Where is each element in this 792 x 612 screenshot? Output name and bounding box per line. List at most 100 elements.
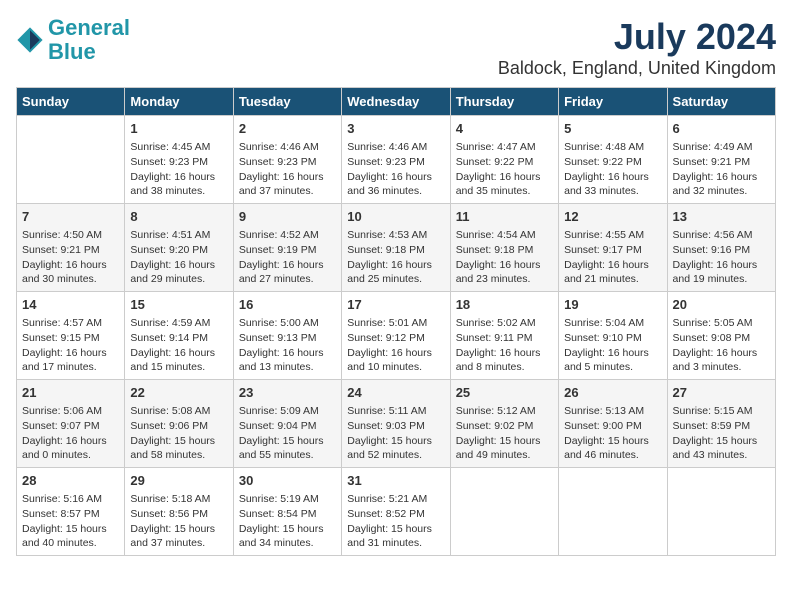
day-info: Sunrise: 4:56 AM Sunset: 9:16 PM Dayligh… [673,228,770,287]
month-year-title: July 2024 [498,16,776,58]
day-number: 18 [456,296,553,314]
day-info: Sunrise: 5:09 AM Sunset: 9:04 PM Dayligh… [239,404,336,463]
day-number: 24 [347,384,444,402]
calendar-cell: 28 Sunrise: 5:16 AM Sunset: 8:57 PM Dayli… [17,468,125,556]
calendar-week-row: 7 Sunrise: 4:50 AM Sunset: 9:21 PM Daylig… [17,204,776,292]
day-info: Sunrise: 4:45 AM Sunset: 9:23 PM Dayligh… [130,140,227,199]
calendar-cell: 14 Sunrise: 4:57 AM Sunset: 9:15 PM Dayli… [17,292,125,380]
calendar-week-row: 14 Sunrise: 4:57 AM Sunset: 9:15 PM Dayli… [17,292,776,380]
header-cell-thursday: Thursday [450,88,558,116]
header-cell-monday: Monday [125,88,233,116]
day-info: Sunrise: 5:06 AM Sunset: 9:07 PM Dayligh… [22,404,119,463]
day-info: Sunrise: 4:54 AM Sunset: 9:18 PM Dayligh… [456,228,553,287]
day-number: 28 [22,472,119,490]
day-number: 10 [347,208,444,226]
day-info: Sunrise: 4:53 AM Sunset: 9:18 PM Dayligh… [347,228,444,287]
calendar-header-row: SundayMondayTuesdayWednesdayThursdayFrid… [17,88,776,116]
day-number: 14 [22,296,119,314]
day-info: Sunrise: 4:47 AM Sunset: 9:22 PM Dayligh… [456,140,553,199]
day-info: Sunrise: 4:48 AM Sunset: 9:22 PM Dayligh… [564,140,661,199]
day-info: Sunrise: 5:18 AM Sunset: 8:56 PM Dayligh… [130,492,227,551]
logo-icon [16,26,44,54]
day-number: 13 [673,208,770,226]
day-number: 22 [130,384,227,402]
day-info: Sunrise: 5:16 AM Sunset: 8:57 PM Dayligh… [22,492,119,551]
day-number: 9 [239,208,336,226]
title-block: July 2024 Baldock, England, United Kingd… [498,16,776,79]
day-number: 5 [564,120,661,138]
calendar-cell: 2 Sunrise: 4:46 AM Sunset: 9:23 PM Daylig… [233,116,341,204]
day-info: Sunrise: 4:49 AM Sunset: 9:21 PM Dayligh… [673,140,770,199]
calendar-cell: 9 Sunrise: 4:52 AM Sunset: 9:19 PM Daylig… [233,204,341,292]
header-cell-wednesday: Wednesday [342,88,450,116]
day-number: 4 [456,120,553,138]
day-number: 2 [239,120,336,138]
day-number: 29 [130,472,227,490]
day-info: Sunrise: 5:13 AM Sunset: 9:00 PM Dayligh… [564,404,661,463]
calendar-cell: 5 Sunrise: 4:48 AM Sunset: 9:22 PM Daylig… [559,116,667,204]
day-info: Sunrise: 5:00 AM Sunset: 9:13 PM Dayligh… [239,316,336,375]
day-info: Sunrise: 4:57 AM Sunset: 9:15 PM Dayligh… [22,316,119,375]
day-info: Sunrise: 4:52 AM Sunset: 9:19 PM Dayligh… [239,228,336,287]
calendar-week-row: 21 Sunrise: 5:06 AM Sunset: 9:07 PM Dayli… [17,380,776,468]
calendar-cell [450,468,558,556]
calendar-cell: 11 Sunrise: 4:54 AM Sunset: 9:18 PM Dayli… [450,204,558,292]
logo: General Blue [16,16,130,64]
calendar-cell: 1Sunrise: 4:45 AM Sunset: 9:23 PM Daylig… [125,116,233,204]
day-info: Sunrise: 5:15 AM Sunset: 8:59 PM Dayligh… [673,404,770,463]
day-info: Sunrise: 5:02 AM Sunset: 9:11 PM Dayligh… [456,316,553,375]
day-info: Sunrise: 5:11 AM Sunset: 9:03 PM Dayligh… [347,404,444,463]
calendar-cell: 17 Sunrise: 5:01 AM Sunset: 9:12 PM Dayli… [342,292,450,380]
day-info: Sunrise: 4:50 AM Sunset: 9:21 PM Dayligh… [22,228,119,287]
calendar-cell: 15 Sunrise: 4:59 AM Sunset: 9:14 PM Dayli… [125,292,233,380]
calendar-cell [17,116,125,204]
calendar-cell [667,468,775,556]
day-number: 8 [130,208,227,226]
calendar-cell: 10 Sunrise: 4:53 AM Sunset: 9:18 PM Dayli… [342,204,450,292]
calendar-cell: 27 Sunrise: 5:15 AM Sunset: 8:59 PM Dayli… [667,380,775,468]
calendar-week-row: 1Sunrise: 4:45 AM Sunset: 9:23 PM Daylig… [17,116,776,204]
day-info: Sunrise: 4:59 AM Sunset: 9:14 PM Dayligh… [130,316,227,375]
day-number: 11 [456,208,553,226]
day-info: Sunrise: 5:08 AM Sunset: 9:06 PM Dayligh… [130,404,227,463]
day-info: Sunrise: 5:19 AM Sunset: 8:54 PM Dayligh… [239,492,336,551]
day-info: Sunrise: 4:51 AM Sunset: 9:20 PM Dayligh… [130,228,227,287]
day-number: 15 [130,296,227,314]
day-number: 21 [22,384,119,402]
day-number: 27 [673,384,770,402]
day-number: 26 [564,384,661,402]
calendar-cell: 31Sunrise: 5:21 AM Sunset: 8:52 PM Dayli… [342,468,450,556]
calendar-cell: 16 Sunrise: 5:00 AM Sunset: 9:13 PM Dayli… [233,292,341,380]
day-info: Sunrise: 5:04 AM Sunset: 9:10 PM Dayligh… [564,316,661,375]
calendar-cell [559,468,667,556]
day-number: 23 [239,384,336,402]
day-number: 25 [456,384,553,402]
calendar-cell: 13 Sunrise: 4:56 AM Sunset: 9:16 PM Dayli… [667,204,775,292]
calendar-table: SundayMondayTuesdayWednesdayThursdayFrid… [16,87,776,556]
day-number: 12 [564,208,661,226]
calendar-body: 1Sunrise: 4:45 AM Sunset: 9:23 PM Daylig… [17,116,776,556]
calendar-cell: 18 Sunrise: 5:02 AM Sunset: 9:11 PM Dayli… [450,292,558,380]
day-info: Sunrise: 5:01 AM Sunset: 9:12 PM Dayligh… [347,316,444,375]
calendar-week-row: 28 Sunrise: 5:16 AM Sunset: 8:57 PM Dayli… [17,468,776,556]
day-number: 30 [239,472,336,490]
day-number: 16 [239,296,336,314]
calendar-cell: 22 Sunrise: 5:08 AM Sunset: 9:06 PM Dayli… [125,380,233,468]
calendar-cell: 24 Sunrise: 5:11 AM Sunset: 9:03 PM Dayli… [342,380,450,468]
header-cell-sunday: Sunday [17,88,125,116]
day-info: Sunrise: 4:46 AM Sunset: 9:23 PM Dayligh… [239,140,336,199]
calendar-cell: 29 Sunrise: 5:18 AM Sunset: 8:56 PM Dayli… [125,468,233,556]
location-subtitle: Baldock, England, United Kingdom [498,58,776,79]
day-number: 7 [22,208,119,226]
calendar-cell: 8 Sunrise: 4:51 AM Sunset: 9:20 PM Daylig… [125,204,233,292]
logo-text: General Blue [48,16,130,64]
day-number: 17 [347,296,444,314]
day-info: Sunrise: 5:21 AM Sunset: 8:52 PM Dayligh… [347,492,444,551]
day-number: 6 [673,120,770,138]
calendar-cell: 23 Sunrise: 5:09 AM Sunset: 9:04 PM Dayli… [233,380,341,468]
calendar-cell: 6 Sunrise: 4:49 AM Sunset: 9:21 PM Daylig… [667,116,775,204]
calendar-cell: 12Sunrise: 4:55 AM Sunset: 9:17 PM Dayli… [559,204,667,292]
header-cell-friday: Friday [559,88,667,116]
day-info: Sunrise: 5:05 AM Sunset: 9:08 PM Dayligh… [673,316,770,375]
calendar-cell: 3Sunrise: 4:46 AM Sunset: 9:23 PM Daylig… [342,116,450,204]
